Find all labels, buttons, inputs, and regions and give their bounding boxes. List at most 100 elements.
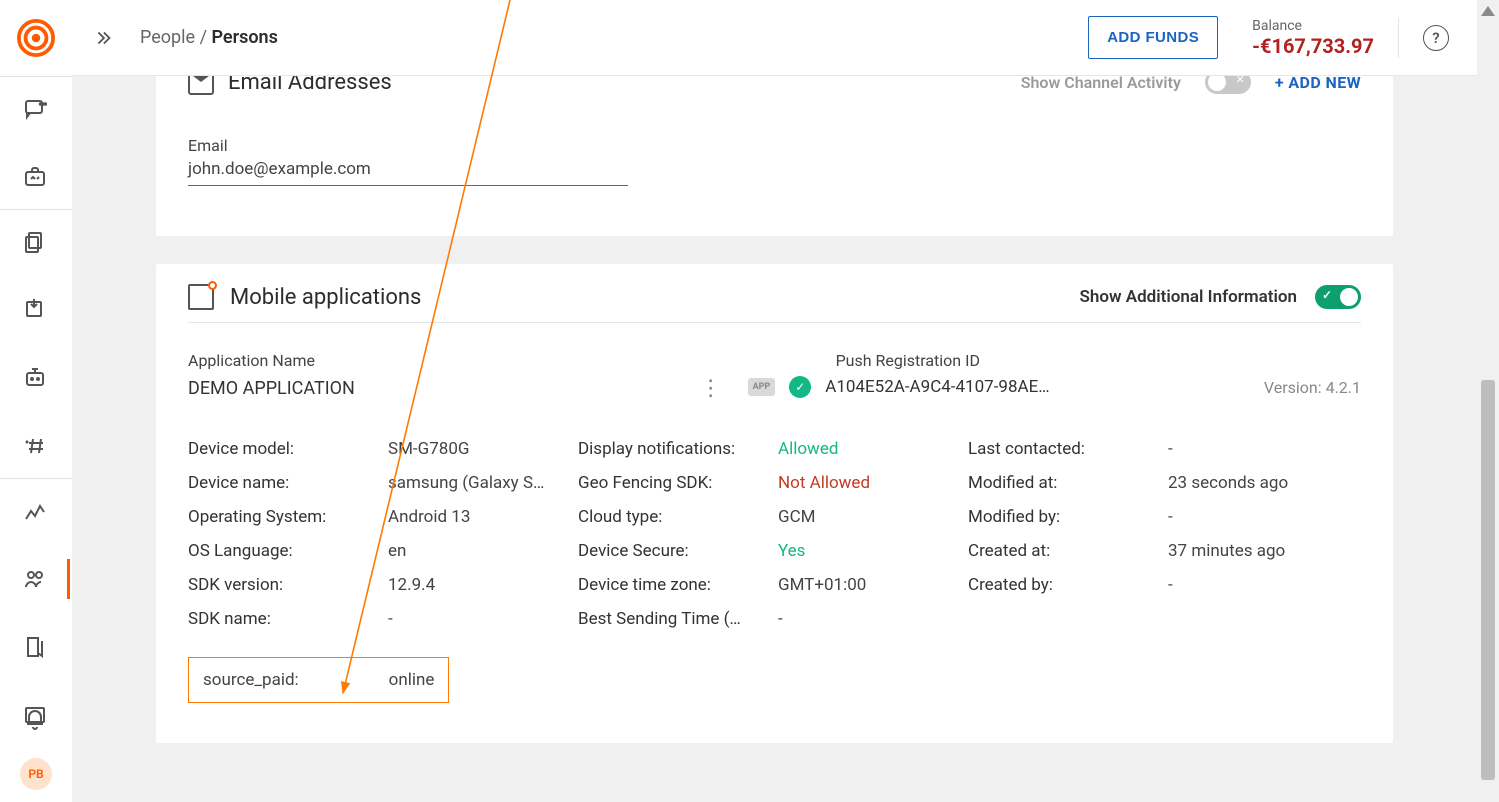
show-channel-activity-label: Show Channel Activity <box>1021 76 1181 92</box>
add-funds-button[interactable]: ADD FUNDS <box>1088 16 1218 59</box>
device-name-value: samsung (Galaxy S… <box>388 473 578 493</box>
breadcrumb-sep: / <box>200 27 207 48</box>
device-tz-value: GMT+01:00 <box>778 575 968 595</box>
nav-notifications[interactable] <box>2 698 70 738</box>
show-additional-info-toggle[interactable] <box>1315 285 1361 309</box>
device-details-grid: Device model: SM-G780G Display notificat… <box>188 439 1361 629</box>
hash-icon <box>23 434 47 458</box>
divider <box>1398 18 1399 58</box>
docs-icon <box>23 230 47 254</box>
main-content: Email Addresses Show Channel Activity + … <box>72 76 1477 802</box>
logo-icon <box>17 19 55 57</box>
source-paid-highlight: source_paid: online <box>188 657 449 703</box>
created-at-value: 37 minutes ago <box>1168 541 1361 561</box>
email-field-value[interactable]: john.doe@example.com <box>188 159 628 186</box>
nav-bot[interactable] <box>2 358 70 398</box>
sidebar: PB <box>0 0 72 802</box>
device-name-label: Device name: <box>188 473 388 493</box>
push-registration-id: A104E52A-A9C4-4107-98AE… <box>825 377 1049 397</box>
device-model-value: SM-G780G <box>388 439 578 459</box>
sdk-version-value: 12.9.4 <box>388 575 578 595</box>
nav-import[interactable] <box>2 290 70 330</box>
brand-logo[interactable] <box>0 0 72 76</box>
show-additional-info-label: Show Additional Information <box>1080 287 1298 307</box>
nav-analytics[interactable] <box>2 491 70 531</box>
modified-at-label: Modified at: <box>968 473 1168 493</box>
app-more-button[interactable]: ⋮ <box>694 376 728 401</box>
modified-at-value: 23 seconds ago <box>1168 473 1361 493</box>
nav-moments[interactable] <box>2 89 70 129</box>
source-paid-label: source_paid: <box>203 670 299 690</box>
created-by-label: Created by: <box>968 575 1168 595</box>
email-section-icon <box>188 76 214 95</box>
device-secure-value: Yes <box>778 541 968 561</box>
scrollbar-thumb[interactable] <box>1481 380 1495 780</box>
breadcrumb-leaf: Persons <box>211 27 277 48</box>
nav-embed[interactable] <box>2 157 70 197</box>
os-lang-value: en <box>388 541 578 561</box>
import-icon <box>23 298 47 322</box>
os-value: Android 13 <box>388 507 578 527</box>
modified-by-value: - <box>1168 507 1361 527</box>
nav-hash[interactable] <box>2 426 70 466</box>
help-button[interactable]: ? <box>1423 25 1449 51</box>
check-badge-icon: ✓ <box>789 376 811 398</box>
created-at-label: Created at: <box>968 541 1168 561</box>
add-new-email-button[interactable]: + ADD NEW <box>1275 76 1361 92</box>
best-sending-label: Best Sending Time (… <box>578 609 778 629</box>
nav-people[interactable] <box>2 559 70 599</box>
bot-icon <box>23 366 47 390</box>
breadcrumb: People / Persons <box>140 27 278 48</box>
bookmark-icon <box>23 635 47 659</box>
device-tz-label: Device time zone: <box>578 575 778 595</box>
balance-value: -€167,733.97 <box>1252 34 1374 58</box>
sdk-version-label: SDK version: <box>188 575 388 595</box>
mobile-applications-card: Mobile applications Show Additional Info… <box>156 264 1393 743</box>
cloud-type-label: Cloud type: <box>578 507 778 527</box>
geo-fencing-value: Not Allowed <box>778 473 968 493</box>
people-icon <box>23 567 47 591</box>
created-by-value: - <box>1168 575 1361 595</box>
nav-docs[interactable] <box>2 222 70 262</box>
best-sending-value: - <box>778 609 968 629</box>
scrollbar[interactable] <box>1481 20 1495 782</box>
last-contacted-value: - <box>1168 439 1361 459</box>
email-section-title: Email Addresses <box>228 76 392 95</box>
device-secure-label: Device Secure: <box>578 541 778 561</box>
os-lang-label: OS Language: <box>188 541 388 561</box>
bell-icon <box>23 706 47 730</box>
nav-tags[interactable] <box>2 627 70 667</box>
sdk-name-label: SDK name: <box>188 609 388 629</box>
show-channel-activity-toggle[interactable] <box>1205 76 1251 94</box>
email-field-label: Email <box>188 136 1361 155</box>
email-addresses-card: Email Addresses Show Channel Activity + … <box>156 76 1393 236</box>
last-contacted-label: Last contacted: <box>968 439 1168 459</box>
cloud-type-value: GCM <box>778 507 968 527</box>
app-version: Version: 4.2.1 <box>1264 378 1361 397</box>
display-notifications-label: Display notifications: <box>578 439 778 459</box>
breadcrumb-root[interactable]: People <box>140 27 195 48</box>
device-model-label: Device model: <box>188 439 388 459</box>
avatar[interactable]: PB <box>20 758 52 790</box>
scroll-up-icon <box>1481 6 1495 16</box>
os-label: Operating System: <box>188 507 388 527</box>
expand-sidebar-button[interactable] <box>90 25 116 51</box>
chat-icon <box>23 97 47 121</box>
mobile-section-icon <box>188 284 214 310</box>
sdk-name-value: - <box>388 609 578 629</box>
push-registration-label: Push Registration ID <box>836 351 1361 370</box>
balance-block: Balance -€167,733.97 <box>1242 18 1374 58</box>
app-badge: APP <box>748 378 776 396</box>
briefcase-icon <box>23 165 47 189</box>
header: People / Persons ADD FUNDS Balance -€167… <box>72 0 1477 76</box>
application-name-label: Application Name <box>188 351 728 370</box>
balance-label: Balance <box>1252 18 1374 34</box>
source-paid-value: online <box>389 670 435 690</box>
chevrons-right-icon <box>92 27 114 49</box>
geo-fencing-label: Geo Fencing SDK: <box>578 473 778 493</box>
display-notifications-value: Allowed <box>778 439 968 459</box>
chart-line-icon <box>23 499 47 523</box>
modified-by-label: Modified by: <box>968 507 1168 527</box>
mobile-section-title: Mobile applications <box>230 285 421 310</box>
application-name-value: DEMO APPLICATION <box>188 378 355 399</box>
